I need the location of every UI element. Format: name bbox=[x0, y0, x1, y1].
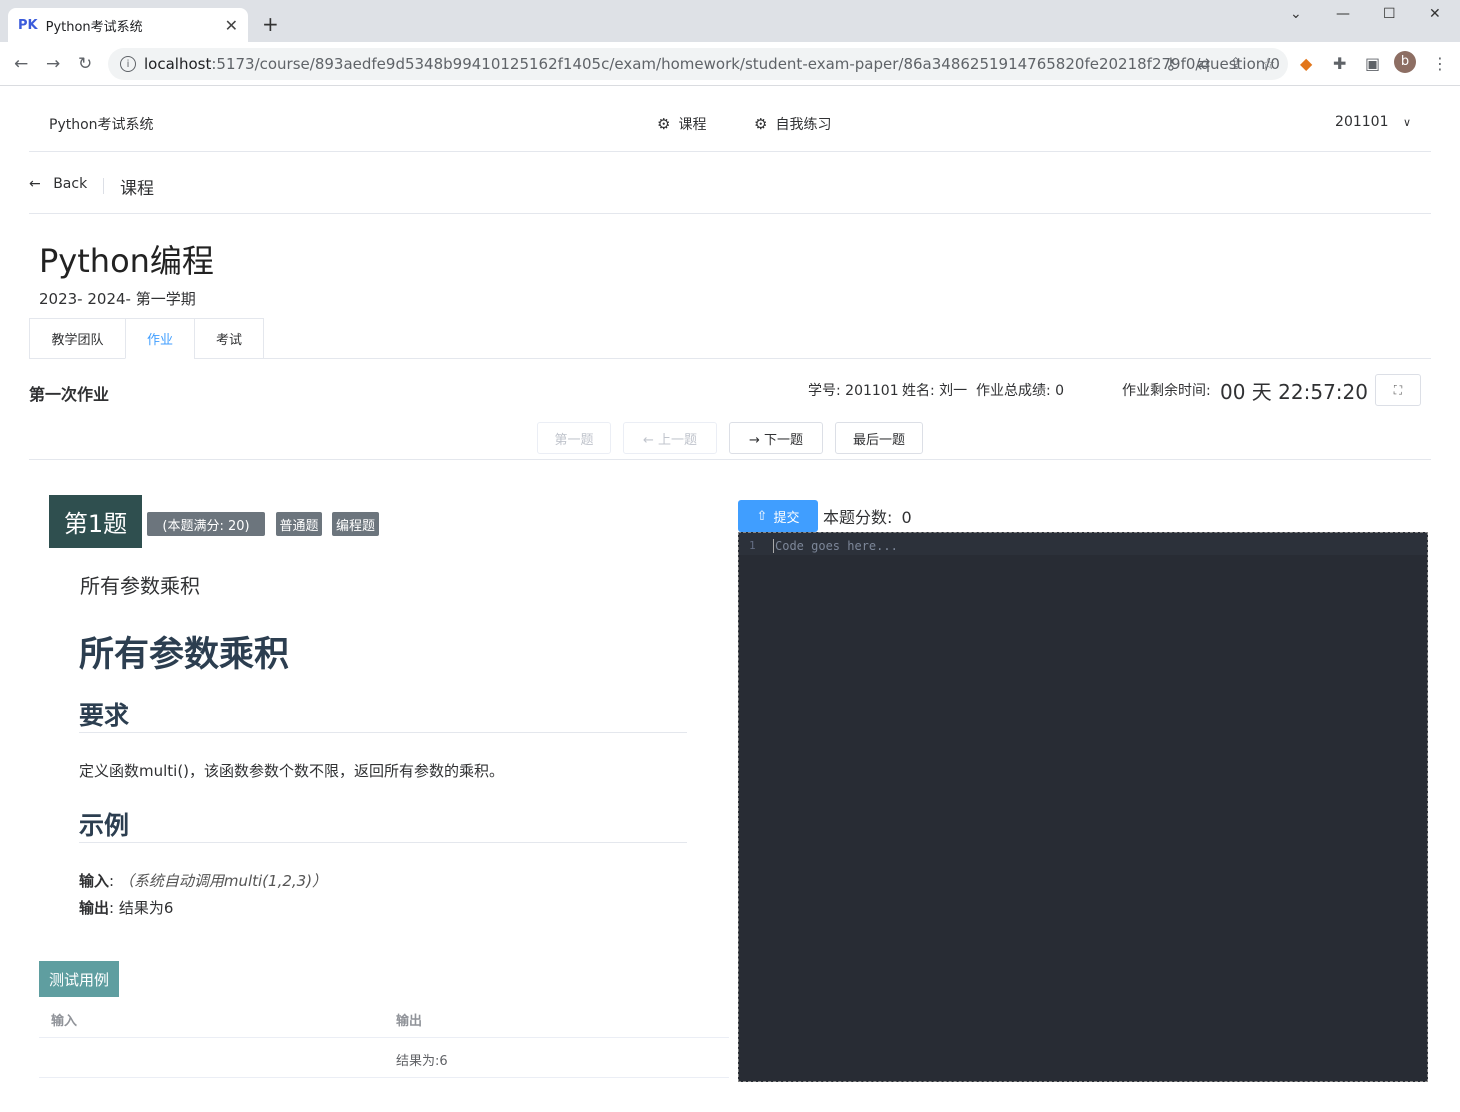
brand-title[interactable]: Python考试系统 bbox=[49, 114, 154, 134]
maximize-icon[interactable]: ☐ bbox=[1383, 6, 1396, 22]
menu-label: 自我练习 bbox=[775, 117, 832, 133]
question-score: 本题分数: 0 bbox=[823, 504, 912, 528]
minimize-icon[interactable]: — bbox=[1336, 6, 1350, 22]
col-input: 输入 bbox=[51, 1014, 78, 1029]
question-number: 第1题 bbox=[49, 495, 142, 548]
menu-kebab-icon[interactable]: ⋮ bbox=[1432, 54, 1448, 73]
countdown-timer: 00 天 22:57:20 bbox=[1220, 380, 1368, 404]
url-path: :5173/course/893aedfe9d5348b99410125162f… bbox=[211, 55, 1280, 73]
divider bbox=[79, 842, 687, 843]
menu-label: 课程 bbox=[678, 117, 707, 133]
col-output: 输出 bbox=[396, 1014, 423, 1029]
upload-icon: ⇧ bbox=[756, 508, 768, 524]
back-arrow-icon[interactable]: ← bbox=[14, 54, 28, 74]
divider bbox=[29, 459, 1431, 460]
score-value: 0 bbox=[901, 508, 912, 527]
tab-team[interactable]: 教学团队 bbox=[29, 318, 126, 359]
table-header: 输入 输出 bbox=[39, 998, 729, 1038]
input-label: 输入 bbox=[79, 872, 110, 890]
close-window-icon[interactable]: ✕ bbox=[1429, 6, 1441, 22]
type-badge-programming: 编程题 bbox=[332, 512, 379, 536]
line-number: 1 bbox=[749, 539, 756, 552]
divider bbox=[79, 732, 687, 733]
submit-label: 提交 bbox=[773, 510, 800, 526]
user-id: 201101 bbox=[1335, 114, 1389, 130]
address-bar: ← → ↻ i localhost:5173/course/893aedfe9d… bbox=[0, 42, 1460, 86]
app-root: Python考试系统 ⚙ 课程 ⚙ 自我练习 201101 ∨ ← Back 课… bbox=[29, 86, 1431, 1082]
info-icon[interactable]: i bbox=[120, 56, 136, 72]
back-label: Back bbox=[53, 176, 88, 192]
submit-button[interactable]: ⇧ 提交 bbox=[738, 500, 818, 532]
user-dropdown[interactable]: 201101 ∨ bbox=[1335, 114, 1411, 130]
requirements-heading: 要求 bbox=[79, 701, 130, 730]
student-name: 姓名: 刘一 bbox=[902, 383, 968, 399]
example-input: 输入: （系统自动调用multi(1,2,3)） bbox=[79, 872, 328, 890]
input-text: （系统自动调用multi(1,2,3)） bbox=[118, 872, 328, 890]
tab-exam[interactable]: 考试 bbox=[194, 318, 264, 359]
gear-icon: ⚙ bbox=[657, 115, 671, 133]
url-input[interactable]: i localhost:5173/course/893aedfe9d5348b9… bbox=[108, 48, 1288, 80]
profile-avatar[interactable]: b bbox=[1394, 51, 1416, 73]
student-id: 学号: 201101 bbox=[808, 383, 899, 399]
output-text: : 结果为6 bbox=[109, 899, 174, 917]
course-tabs: 教学团队 作业 考试 bbox=[29, 318, 1431, 359]
code-placeholder: Code goes here... bbox=[773, 539, 898, 553]
chevron-down-icon: ∨ bbox=[1402, 116, 1411, 129]
extensions-icon[interactable]: ✚ bbox=[1333, 54, 1346, 73]
next-question-button[interactable]: → 下一题 bbox=[729, 422, 823, 454]
testcase-table: 输入 输出 结果为:6 bbox=[39, 998, 729, 1078]
sidepanel-icon[interactable]: ▣ bbox=[1365, 54, 1380, 73]
forward-arrow-icon[interactable]: → bbox=[46, 54, 60, 74]
first-question-button[interactable]: 第一题 bbox=[537, 422, 611, 454]
code-editor[interactable]: 1 Code goes here... bbox=[738, 532, 1428, 1082]
output-label: 输出 bbox=[79, 899, 110, 917]
fullscreen-icon: ⛶ bbox=[1393, 382, 1403, 397]
favicon-icon: PK bbox=[18, 17, 38, 33]
page-header: ← Back 课程 bbox=[29, 152, 1431, 214]
close-tab-icon[interactable]: ✕ bbox=[225, 16, 238, 35]
table-row: 结果为:6 bbox=[39, 1038, 729, 1078]
browser-tab-strip: PK Python考试系统 ✕ + ⌄ — ☐ ✕ bbox=[0, 0, 1460, 42]
back-button[interactable]: ← Back bbox=[29, 176, 87, 192]
full-score-badge: (本题满分: 20) bbox=[147, 512, 265, 536]
key-icon[interactable]: ⚷ bbox=[1165, 54, 1177, 73]
example-heading: 示例 bbox=[79, 811, 130, 840]
metamask-icon[interactable]: ◆ bbox=[1300, 54, 1312, 73]
homework-title: 第一次作业 bbox=[29, 385, 110, 404]
star-icon[interactable]: ☆ bbox=[1261, 54, 1275, 73]
fullscreen-button[interactable]: ⛶ bbox=[1375, 374, 1421, 406]
total-score: 作业总成绩: 0 bbox=[976, 383, 1065, 399]
last-question-button[interactable]: 最后一题 bbox=[835, 422, 923, 454]
cell-output: 结果为:6 bbox=[396, 1054, 448, 1069]
gear-icon: ⚙ bbox=[754, 115, 768, 133]
breadcrumb: 课程 bbox=[120, 179, 154, 199]
course-title: Python编程 bbox=[39, 242, 214, 280]
question-heading: 所有参数乘积 bbox=[79, 635, 290, 675]
top-navbar: Python考试系统 ⚙ 课程 ⚙ 自我练习 201101 ∨ bbox=[29, 86, 1431, 152]
prev-question-button[interactable]: ← 上一题 bbox=[623, 422, 717, 454]
translate-icon[interactable]: ⇄ bbox=[1197, 54, 1210, 73]
reload-icon[interactable]: ↻ bbox=[78, 54, 92, 74]
browser-tab[interactable]: PK Python考试系统 ✕ bbox=[8, 8, 248, 42]
divider bbox=[103, 178, 104, 194]
new-tab-icon[interactable]: + bbox=[262, 12, 279, 36]
tab-title: Python考试系统 bbox=[45, 19, 143, 35]
score-label: 本题分数: bbox=[823, 508, 893, 527]
remaining-label: 作业剩余时间: bbox=[1122, 383, 1211, 399]
question-subtitle: 所有参数乘积 bbox=[80, 574, 200, 598]
arrow-left-icon: ← bbox=[29, 176, 41, 192]
menu-item-courses[interactable]: ⚙ 课程 bbox=[657, 114, 706, 134]
url-host: localhost bbox=[144, 55, 212, 73]
course-term: 2023- 2024- 第一学期 bbox=[39, 290, 196, 308]
type-badge-normal: 普通题 bbox=[276, 512, 322, 536]
tab-homework[interactable]: 作业 bbox=[125, 318, 195, 359]
requirements-text: 定义函数multi()，该函数参数个数不限，返回所有参数的乘积。 bbox=[79, 762, 505, 780]
testcase-header: 测试用例 bbox=[39, 961, 119, 997]
menu-item-practice[interactable]: ⚙ 自我练习 bbox=[754, 114, 831, 134]
example-output: 输出: 结果为6 bbox=[79, 897, 173, 918]
chevron-down-icon[interactable]: ⌄ bbox=[1290, 6, 1302, 22]
share-icon[interactable]: ⇪ bbox=[1229, 54, 1242, 73]
